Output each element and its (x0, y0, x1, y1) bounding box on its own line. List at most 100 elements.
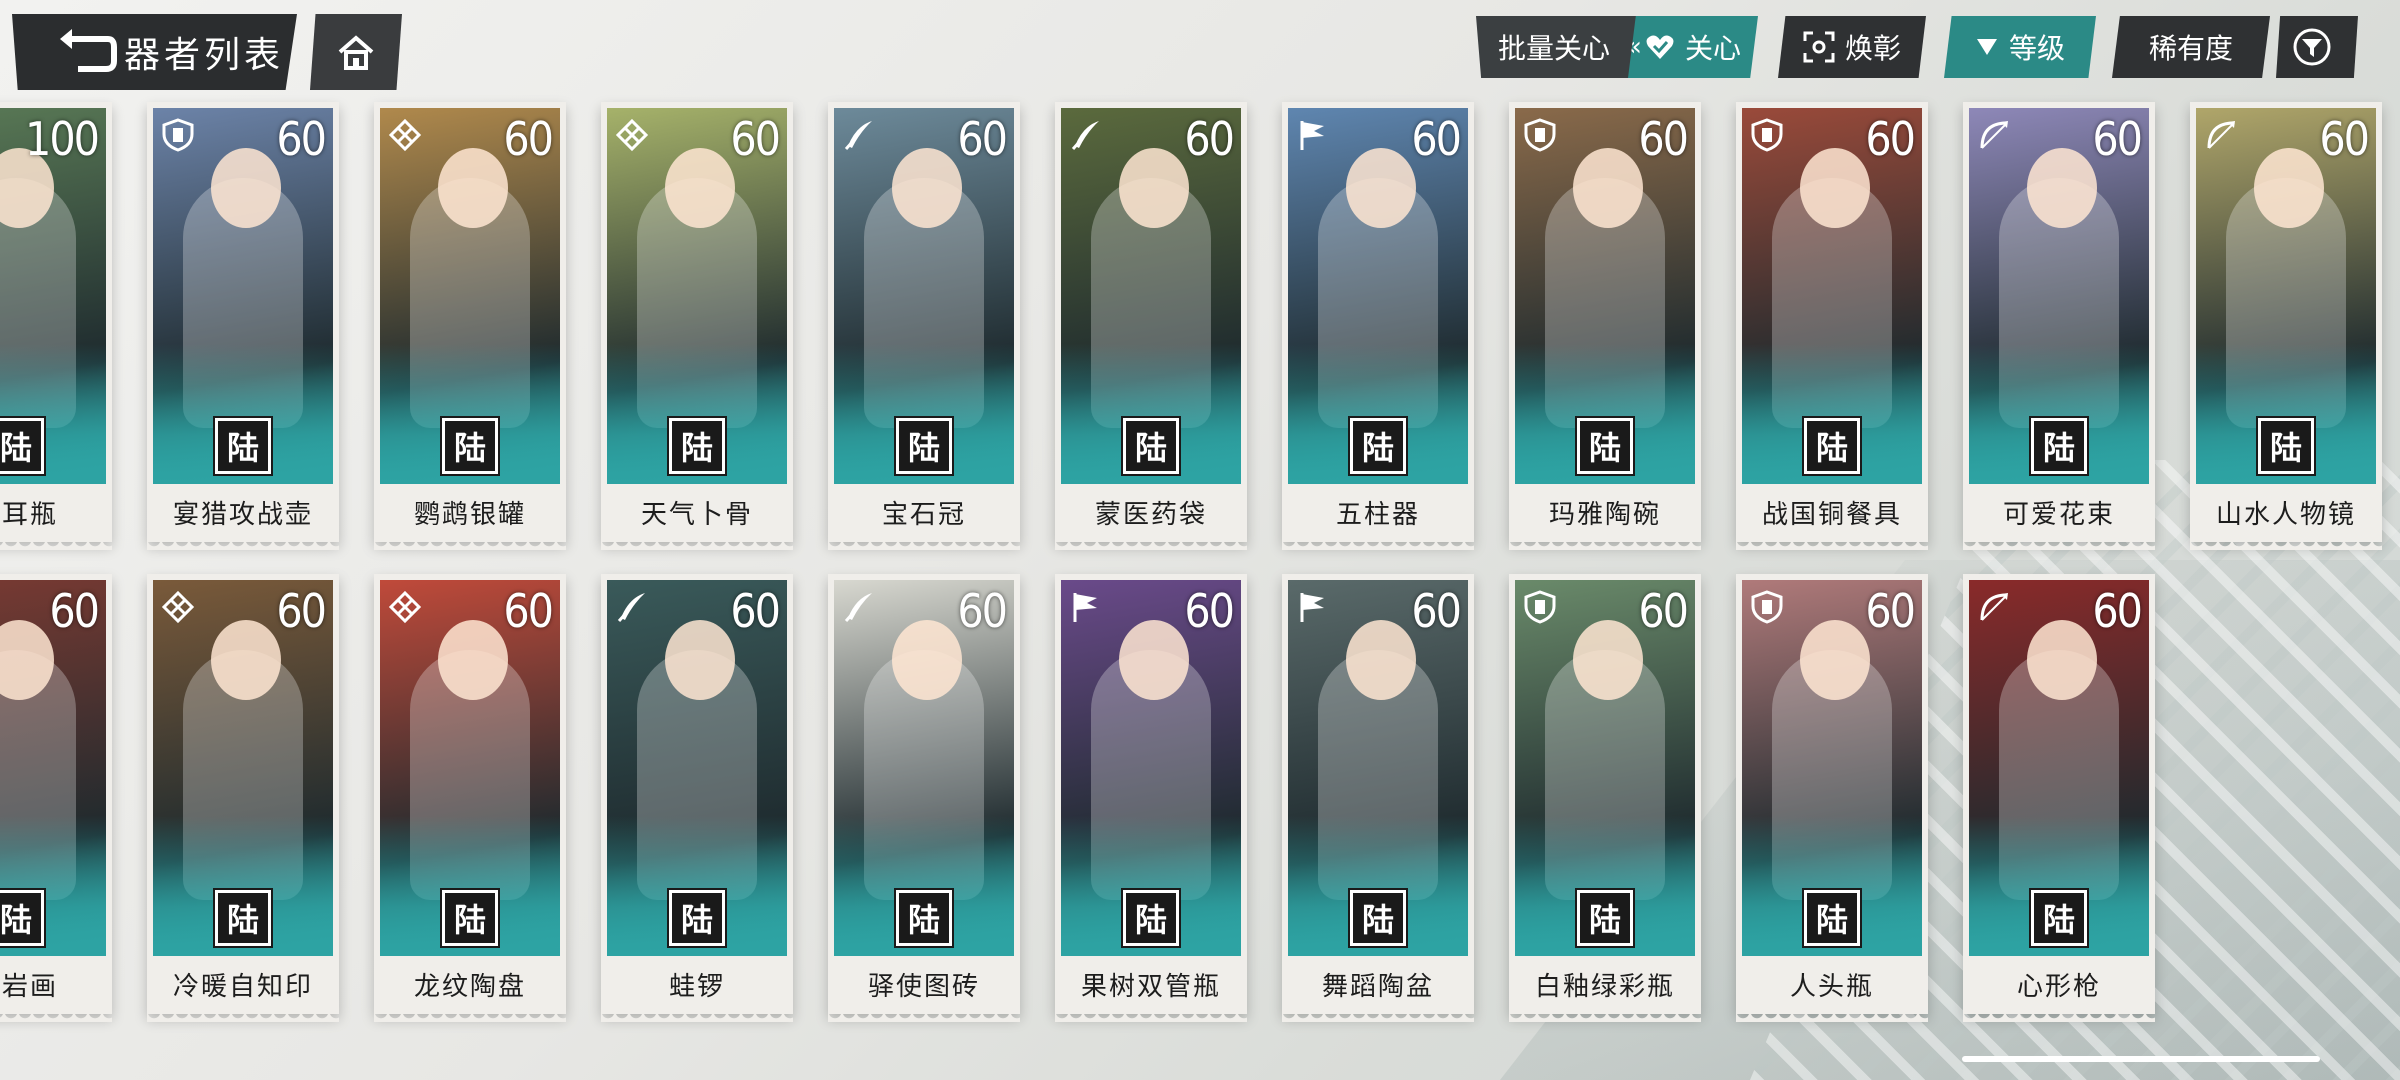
ticket-perforation (147, 1012, 339, 1022)
ticket-perforation (601, 1012, 793, 1022)
artifact-card[interactable]: 60 陆 山水人物镜 (2190, 102, 2382, 550)
ticket-perforation (2190, 540, 2382, 550)
rank-stamp: 陆 (1348, 416, 1408, 476)
rank-stamp: 陆 (1121, 888, 1181, 948)
shield-icon (1750, 118, 1784, 152)
artifact-name: 天气卜骨 (640, 499, 753, 530)
back-arrow-icon (60, 29, 117, 72)
rank-stamp: 陆 (1802, 416, 1862, 476)
character-portrait: 60 陆 (1969, 580, 2149, 956)
artifact-card[interactable]: 60 陆 龙纹陶盘 (374, 574, 566, 1022)
batch-care-label: 批量关心 (1498, 32, 1611, 65)
ticket-perforation (1282, 540, 1474, 550)
knot-icon (388, 118, 422, 152)
sort-level-label: 等级 (2008, 32, 2065, 65)
frame-focus-icon (1803, 31, 1835, 63)
level-value: 60 (730, 584, 781, 638)
artifact-name: 白釉绿彩瓶 (1534, 971, 1675, 1002)
rank-stamp: 陆 (440, 888, 500, 948)
back-button[interactable]: 器者列表 (12, 14, 297, 90)
bow-icon (2204, 118, 2238, 152)
artifact-card[interactable]: 60 陆 蛙锣 (601, 574, 793, 1022)
sort-rarity-button[interactable]: 稀有度 (2112, 16, 2270, 78)
character-portrait: 60 陆 (1288, 108, 1468, 484)
ticket-perforation (828, 540, 1020, 550)
artifact-name: 冷暖自知印 (172, 971, 313, 1002)
ticket-perforation (1055, 540, 1247, 550)
level-value: 60 (503, 584, 554, 638)
character-portrait: 60 陆 (153, 108, 333, 484)
artifact-card[interactable]: 60 陆 五柱器 (1282, 102, 1474, 550)
bow-icon (1977, 118, 2011, 152)
ticket-perforation (0, 1012, 112, 1022)
artifact-card[interactable]: 60 陆 驿使图砖 (828, 574, 1020, 1022)
filter-button[interactable] (2276, 16, 2358, 78)
level-value: 60 (2319, 112, 2370, 166)
sort-level-button[interactable]: 等级 (1944, 16, 2096, 78)
figure-head (2027, 148, 2097, 228)
artifact-card[interactable]: 60 陆 心形枪 (1963, 574, 2155, 1022)
artifact-card[interactable]: 60 陆 战国铜餐具 (1736, 102, 1928, 550)
artifact-card[interactable]: 60 陆 冷暖自知印 (147, 574, 339, 1022)
ticket-perforation (374, 540, 566, 550)
artifact-name: 舞蹈陶盆 (1321, 971, 1434, 1002)
batch-care-button[interactable]: 批量关心 (1476, 16, 1646, 78)
artifact-card[interactable]: 60 陆 玛雅陶碗 (1509, 102, 1701, 550)
artifact-card[interactable]: 100 陆 双耳瓶 (0, 102, 112, 550)
figure-head (1573, 620, 1643, 700)
care-label: 关心 (1684, 32, 1741, 65)
huanzhang-button[interactable]: 焕彰 (1778, 16, 1926, 78)
artifact-card[interactable]: 60 陆 可爱花束 (1963, 102, 2155, 550)
knot-icon (615, 118, 649, 152)
level-value: 60 (2092, 584, 2143, 638)
artifact-card[interactable]: 60 陆 宴猎攻战壶 (147, 102, 339, 550)
figure-head (665, 620, 735, 700)
care-button[interactable]: « 关心 (1628, 16, 1758, 78)
quill-icon (842, 590, 876, 624)
level-value: 60 (1638, 584, 1689, 638)
artifact-card[interactable]: 60 陆 人头瓶 (1736, 574, 1928, 1022)
artifact-card[interactable]: 60 陆 山岩画 (0, 574, 112, 1022)
artifact-name: 宴猎攻战壶 (172, 499, 313, 530)
artifact-card[interactable]: 60 陆 蒙医药袋 (1055, 102, 1247, 550)
rank-stamp: 陆 (1802, 888, 1862, 948)
rank-stamp: 陆 (0, 888, 46, 948)
artifact-card[interactable]: 60 陆 白釉绿彩瓶 (1509, 574, 1701, 1022)
figure-head (2027, 620, 2097, 700)
artifact-name: 蒙医药袋 (1094, 499, 1207, 530)
artifact-card[interactable]: 60 陆 宝石冠 (828, 102, 1020, 550)
artifact-card[interactable]: 60 陆 天气卜骨 (601, 102, 793, 550)
artifact-name: 玛雅陶碗 (1548, 499, 1661, 530)
artifact-name: 可爱花束 (2002, 499, 2115, 530)
rank-stamp: 陆 (2256, 416, 2316, 476)
character-portrait: 60 陆 (1742, 108, 1922, 484)
figure-head (1573, 148, 1643, 228)
figure-head (438, 148, 508, 228)
rank-stamp: 陆 (1575, 416, 1635, 476)
huanzhang-label: 焕彰 (1844, 32, 1901, 65)
character-portrait: 60 陆 (1288, 580, 1468, 956)
ticket-perforation (0, 540, 112, 550)
horizontal-scrollbar[interactable] (1962, 1056, 2320, 1062)
artifact-card[interactable]: 60 陆 果树双管瓶 (1055, 574, 1247, 1022)
quill-icon (1069, 118, 1103, 152)
rank-stamp: 陆 (1575, 888, 1635, 948)
home-button[interactable] (310, 14, 402, 90)
figure-head (211, 148, 281, 228)
figure-head (438, 620, 508, 700)
character-portrait: 60 陆 (380, 580, 560, 956)
artifact-name: 山岩画 (0, 971, 58, 1002)
ticket-perforation (1736, 540, 1928, 550)
level-value: 60 (957, 584, 1008, 638)
home-icon (338, 35, 374, 70)
figure-head (211, 620, 281, 700)
ticket-perforation (1509, 1012, 1701, 1022)
figure-head (665, 148, 735, 228)
figure-head (1346, 148, 1416, 228)
rank-stamp: 陆 (0, 416, 46, 476)
character-portrait: 60 陆 (1061, 580, 1241, 956)
artifact-card[interactable]: 60 陆 鹦鹉银罐 (374, 102, 566, 550)
artifact-name: 战国铜餐具 (1761, 499, 1902, 530)
rank-stamp: 陆 (2029, 888, 2089, 948)
artifact-card[interactable]: 60 陆 舞蹈陶盆 (1282, 574, 1474, 1022)
